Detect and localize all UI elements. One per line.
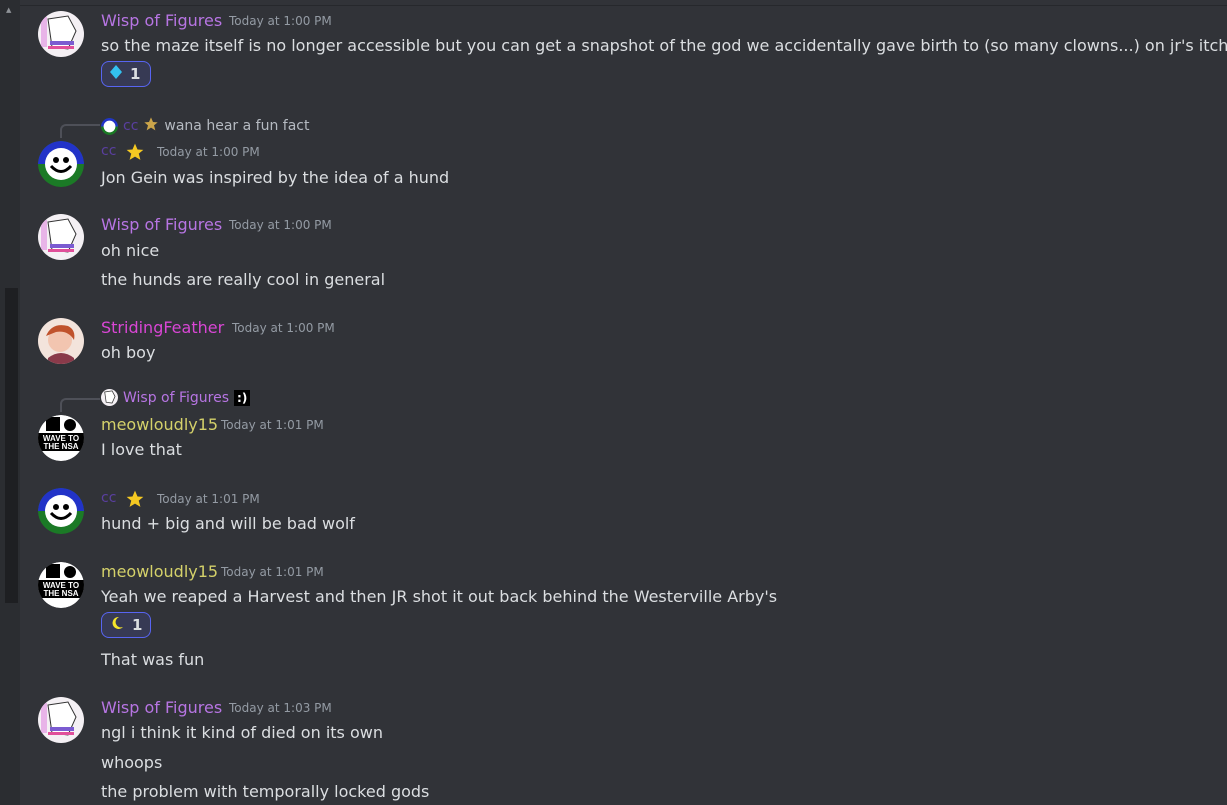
reaction[interactable]: 1 [101, 612, 151, 638]
timestamp: Today at 1:01 PM [221, 418, 324, 432]
message-text: oh boy [101, 343, 156, 362]
reaction-count: 1 [130, 65, 141, 83]
crescent-moon-icon [110, 616, 124, 634]
avatar[interactable] [38, 141, 84, 187]
message-text: I love that [101, 440, 182, 459]
message-text: the problem with temporally locked gods [101, 782, 430, 801]
author-name[interactable]: Wisp of Figures [101, 698, 222, 717]
message-text: so the maze itself is no longer accessib… [101, 36, 1227, 55]
author-name[interactable]: meowloudly15 [101, 562, 218, 581]
avatar [101, 117, 118, 135]
timestamp: Today at 1:01 PM [157, 492, 260, 506]
reply-author: cc [123, 118, 139, 134]
avatar[interactable] [38, 11, 84, 57]
timestamp: Today at 1:03 PM [229, 701, 332, 715]
reply-text: wana hear a fun fact [164, 118, 310, 134]
reaction[interactable]: 1 [101, 61, 151, 87]
message-text: Yeah we reaped a Harvest and then JR sho… [101, 587, 778, 606]
star-icon [125, 142, 145, 166]
reaction-count: 1 [132, 616, 143, 634]
author-name[interactable]: cc [101, 490, 116, 506]
reply-spine [60, 124, 100, 138]
star-icon [125, 489, 145, 513]
avatar[interactable] [38, 488, 84, 534]
message-text: oh nice [101, 241, 160, 260]
reply-context[interactable]: cc wana hear a fun fact [101, 116, 309, 136]
message-text: Jon Gein was inspired by the idea of a h… [101, 168, 450, 187]
timestamp: Today at 1:01 PM [221, 565, 324, 579]
avatar [101, 389, 118, 406]
diamond-icon [110, 65, 122, 83]
author-name[interactable]: meowloudly15 [101, 415, 218, 434]
divider [20, 5, 1227, 6]
message-text: That was fun [101, 650, 205, 669]
timestamp: Today at 1:00 PM [229, 14, 332, 28]
message-text: hund + big and will be bad wolf [101, 514, 355, 533]
reply-context[interactable]: Wisp of Figures :) [101, 389, 251, 406]
left-gutter: ▲ [0, 0, 20, 805]
avatar[interactable] [38, 697, 84, 743]
avatar-text: THE NSA [43, 442, 78, 451]
message-text: whoops [101, 753, 163, 772]
timestamp: Today at 1:00 PM [232, 321, 335, 335]
star-icon [143, 116, 159, 136]
author-name[interactable]: Wisp of Figures [101, 11, 222, 30]
reply-spine [60, 398, 100, 412]
message-text: the hunds are really cool in general [101, 270, 386, 289]
scroll-up-arrow-icon[interactable]: ▲ [6, 6, 11, 14]
author-name[interactable]: StridingFeather [101, 318, 224, 337]
avatar[interactable] [38, 214, 84, 260]
scrollbar-track[interactable] [5, 288, 18, 603]
avatar[interactable] [38, 318, 84, 364]
timestamp: Today at 1:00 PM [157, 145, 260, 159]
reply-text: :) [234, 389, 251, 406]
avatar[interactable]: WAVE TO THE NSA [38, 415, 84, 461]
author-name[interactable]: Wisp of Figures [101, 215, 222, 234]
timestamp: Today at 1:00 PM [229, 218, 332, 232]
author-name[interactable]: cc [101, 143, 116, 159]
avatar[interactable]: WAVE TO THE NSA [38, 562, 84, 608]
reply-author: Wisp of Figures [123, 389, 230, 406]
message-text: ngl i think it kind of died on its own [101, 723, 383, 742]
avatar-text: THE NSA [43, 589, 78, 598]
